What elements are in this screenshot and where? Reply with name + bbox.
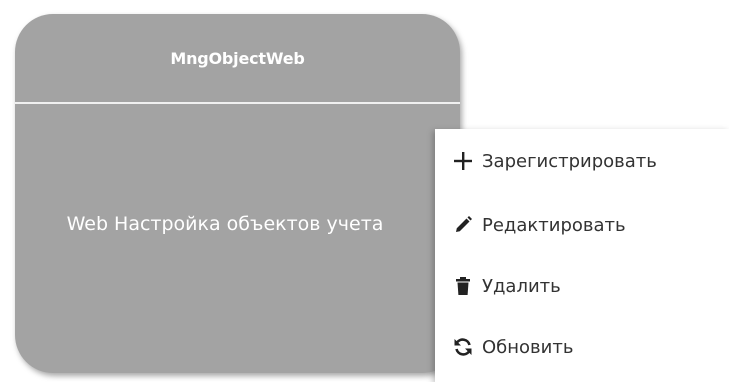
menu-item-label: Обновить: [482, 336, 574, 358]
menu-item-edit[interactable]: Редактировать: [435, 199, 729, 251]
context-menu: Зарегистрировать Редактировать Удалить О…: [435, 129, 729, 382]
card-description: Web Настройка объектов учета: [66, 213, 384, 235]
trash-icon: [452, 275, 474, 297]
card-header: MngObjectWeb: [15, 14, 460, 102]
plus-icon: [452, 150, 474, 172]
menu-item-label: Редактировать: [482, 214, 626, 236]
card-divider: [15, 102, 460, 104]
refresh-icon: [452, 336, 474, 358]
menu-item-delete[interactable]: Удалить: [435, 260, 729, 312]
card-title: MngObjectWeb: [170, 48, 305, 68]
menu-item-label: Зарегистрировать: [482, 150, 657, 172]
menu-item-refresh[interactable]: Обновить: [435, 321, 729, 373]
workspace: MngObjectWeb Web Настройка объектов учет…: [0, 0, 729, 382]
menu-item-label: Удалить: [482, 275, 561, 297]
object-card[interactable]: MngObjectWeb Web Настройка объектов учет…: [15, 14, 460, 373]
pencil-icon: [452, 214, 474, 236]
menu-item-register[interactable]: Зарегистрировать: [435, 135, 729, 187]
